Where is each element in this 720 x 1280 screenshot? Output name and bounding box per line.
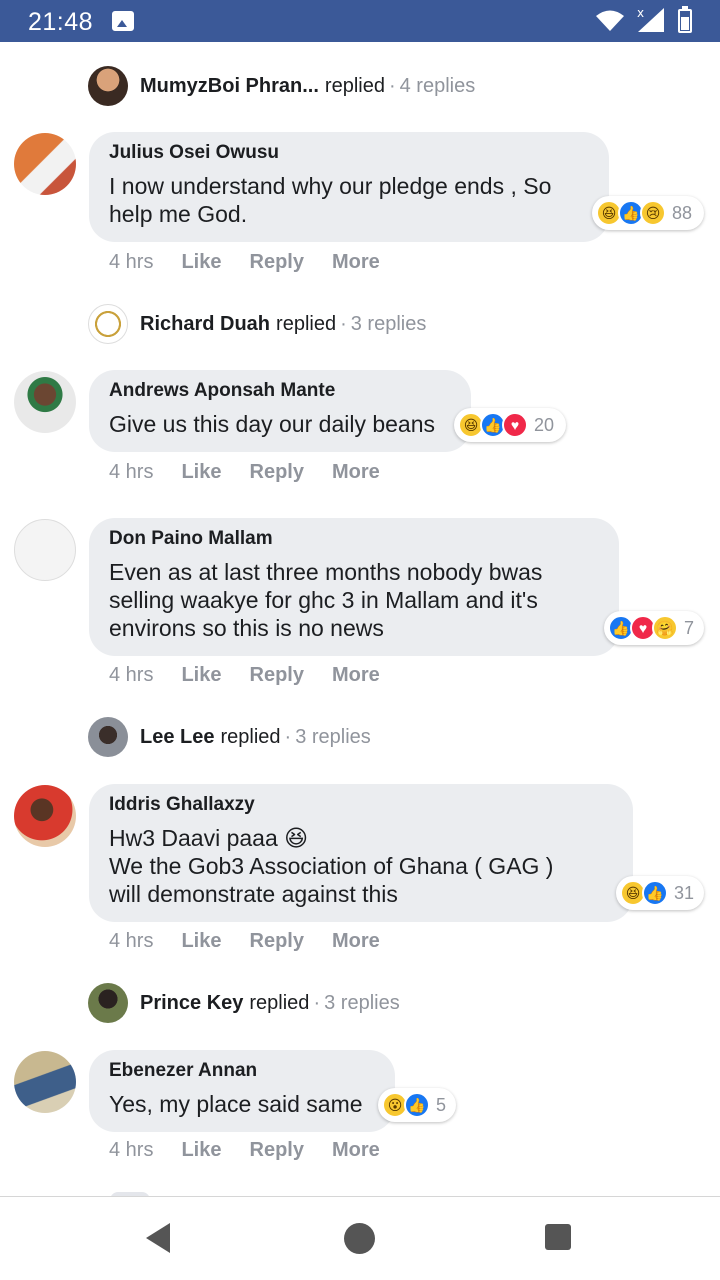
separator-dot: · bbox=[340, 312, 347, 335]
comment-time[interactable]: 4 hrs bbox=[109, 251, 153, 274]
reply-verb: replied bbox=[276, 312, 337, 335]
signal-icon: x bbox=[637, 6, 664, 32]
reply-verb: replied bbox=[324, 74, 385, 97]
reply-verb: replied bbox=[249, 991, 310, 1014]
reaction-count: 88 bbox=[672, 202, 693, 223]
sad-reaction-icon: 😢 bbox=[640, 200, 666, 226]
like-button[interactable]: Like bbox=[181, 930, 221, 953]
like-button[interactable]: Like bbox=[181, 1139, 221, 1162]
avatar[interactable] bbox=[14, 1051, 76, 1113]
separator-dot: · bbox=[284, 725, 292, 748]
reactions-summary[interactable]: 😆 👍 31 bbox=[616, 876, 704, 910]
reply-count[interactable]: 4 replies bbox=[400, 75, 476, 98]
more-button[interactable]: More bbox=[332, 664, 380, 687]
reply-summary[interactable]: Richard Duah replied · 3 replies bbox=[88, 304, 426, 344]
reply-author[interactable]: Prince Key bbox=[140, 992, 243, 1015]
comment-author[interactable]: Andrews Aponsah Mante bbox=[109, 380, 451, 402]
more-button[interactable]: More bbox=[332, 461, 380, 484]
clock: 21:48 bbox=[28, 8, 94, 36]
avatar[interactable] bbox=[14, 519, 76, 581]
comment-time[interactable]: 4 hrs bbox=[109, 930, 153, 953]
separator-dot: · bbox=[388, 74, 396, 97]
comment-author[interactable]: Iddris Ghallaxzy bbox=[109, 794, 613, 816]
gallery-notification-icon bbox=[112, 11, 134, 31]
comment-bubble: Ebenezer Annan Yes, my place said same bbox=[89, 1050, 395, 1132]
like-button[interactable]: Like bbox=[181, 664, 221, 687]
recents-icon[interactable] bbox=[545, 1224, 571, 1250]
reply-author[interactable]: MumyzBoi Phran... bbox=[140, 75, 319, 98]
reactions-summary[interactable]: 👍 ♥ 🤗 7 bbox=[604, 611, 704, 645]
avatar bbox=[88, 66, 128, 106]
reply-button[interactable]: Reply bbox=[250, 930, 304, 953]
avatar[interactable] bbox=[14, 371, 76, 433]
reaction-count: 5 bbox=[436, 1094, 447, 1115]
comment-author[interactable]: Julius Osei Owusu bbox=[109, 142, 589, 164]
reply-button[interactable]: Reply bbox=[250, 251, 304, 274]
like-button[interactable]: Like bbox=[181, 461, 221, 484]
comment-text: I now understand why our pledge ends , S… bbox=[109, 173, 552, 227]
comment-text: Yes, my place said same bbox=[109, 1091, 363, 1117]
home-icon[interactable] bbox=[344, 1223, 375, 1254]
back-icon[interactable] bbox=[146, 1223, 170, 1253]
comment-text: Give us this day our daily beans bbox=[109, 411, 436, 437]
reply-summary[interactable]: Lee Lee replied · 3 replies bbox=[88, 717, 371, 757]
separator-dot: · bbox=[313, 991, 321, 1014]
reply-button[interactable]: Reply bbox=[250, 1139, 304, 1162]
svg-text:x: x bbox=[637, 6, 644, 20]
avatar[interactable] bbox=[14, 785, 76, 847]
more-button[interactable]: More bbox=[332, 1139, 380, 1162]
comment-text: Even as at last three months nobody bwas… bbox=[109, 559, 543, 641]
avatar bbox=[88, 304, 128, 344]
avatar[interactable] bbox=[14, 133, 76, 195]
wifi-icon bbox=[596, 10, 624, 31]
comment-bubble: Iddris Ghallaxzy Hw3 Daavi paaa 😆 We the… bbox=[89, 784, 633, 922]
comment-bubble: Julius Osei Owusu I now understand why o… bbox=[89, 132, 609, 242]
comment-time[interactable]: 4 hrs bbox=[109, 664, 153, 687]
more-button[interactable]: More bbox=[332, 930, 380, 953]
reply-summary[interactable]: Prince Key replied · 3 replies bbox=[88, 983, 400, 1023]
navigation-bar bbox=[0, 1196, 720, 1280]
reaction-count: 20 bbox=[534, 414, 555, 435]
reply-summary[interactable]: MumyzBoi Phran... replied · 4 replies bbox=[88, 66, 475, 106]
status-bar: 21:48 x bbox=[0, 0, 720, 42]
comment-bubble: Andrews Aponsah Mante Give us this day o… bbox=[89, 370, 471, 452]
reaction-count: 7 bbox=[684, 617, 695, 638]
comment-author[interactable]: Don Paino Mallam bbox=[109, 528, 599, 550]
comment-author[interactable]: Ebenezer Annan bbox=[109, 1060, 375, 1082]
reply-button[interactable]: Reply bbox=[250, 461, 304, 484]
comment-text: Hw3 Daavi paaa 😆 We the Gob3 Association… bbox=[109, 825, 554, 907]
comment-actions: 4 hrs Like Reply More bbox=[109, 930, 408, 953]
love-reaction-icon: ♥ bbox=[502, 412, 528, 438]
more-button[interactable]: More bbox=[332, 251, 380, 274]
like-reaction-icon: 👍 bbox=[642, 880, 668, 906]
comment-actions: 4 hrs Like Reply More bbox=[109, 664, 408, 687]
reactions-summary[interactable]: 😮 👍 5 bbox=[378, 1088, 456, 1122]
avatar bbox=[88, 983, 128, 1023]
reply-button[interactable]: Reply bbox=[250, 664, 304, 687]
care-reaction-icon: 🤗 bbox=[652, 615, 678, 641]
comment-actions: 4 hrs Like Reply More bbox=[109, 251, 408, 274]
like-button[interactable]: Like bbox=[181, 251, 221, 274]
reply-count[interactable]: 3 replies bbox=[351, 313, 427, 336]
reply-count[interactable]: 3 replies bbox=[295, 726, 371, 749]
reactions-summary[interactable]: 😆 👍 ♥ 20 bbox=[454, 408, 566, 442]
comment-bubble: Don Paino Mallam Even as at last three m… bbox=[89, 518, 619, 656]
comment-actions: 4 hrs Like Reply More bbox=[109, 1139, 408, 1162]
reply-count[interactable]: 3 replies bbox=[324, 992, 400, 1015]
reaction-count: 31 bbox=[674, 882, 695, 903]
battery-icon bbox=[678, 6, 692, 33]
comment-time[interactable]: 4 hrs bbox=[109, 1139, 153, 1162]
reply-verb: replied bbox=[220, 725, 281, 748]
like-reaction-icon: 👍 bbox=[404, 1092, 430, 1118]
reply-author[interactable]: Richard Duah bbox=[140, 313, 270, 336]
reactions-summary[interactable]: 😆 👍 😢 88 bbox=[592, 196, 704, 230]
avatar bbox=[88, 717, 128, 757]
reply-author[interactable]: Lee Lee bbox=[140, 726, 214, 749]
comment-actions: 4 hrs Like Reply More bbox=[109, 461, 408, 484]
comment-time[interactable]: 4 hrs bbox=[109, 461, 153, 484]
